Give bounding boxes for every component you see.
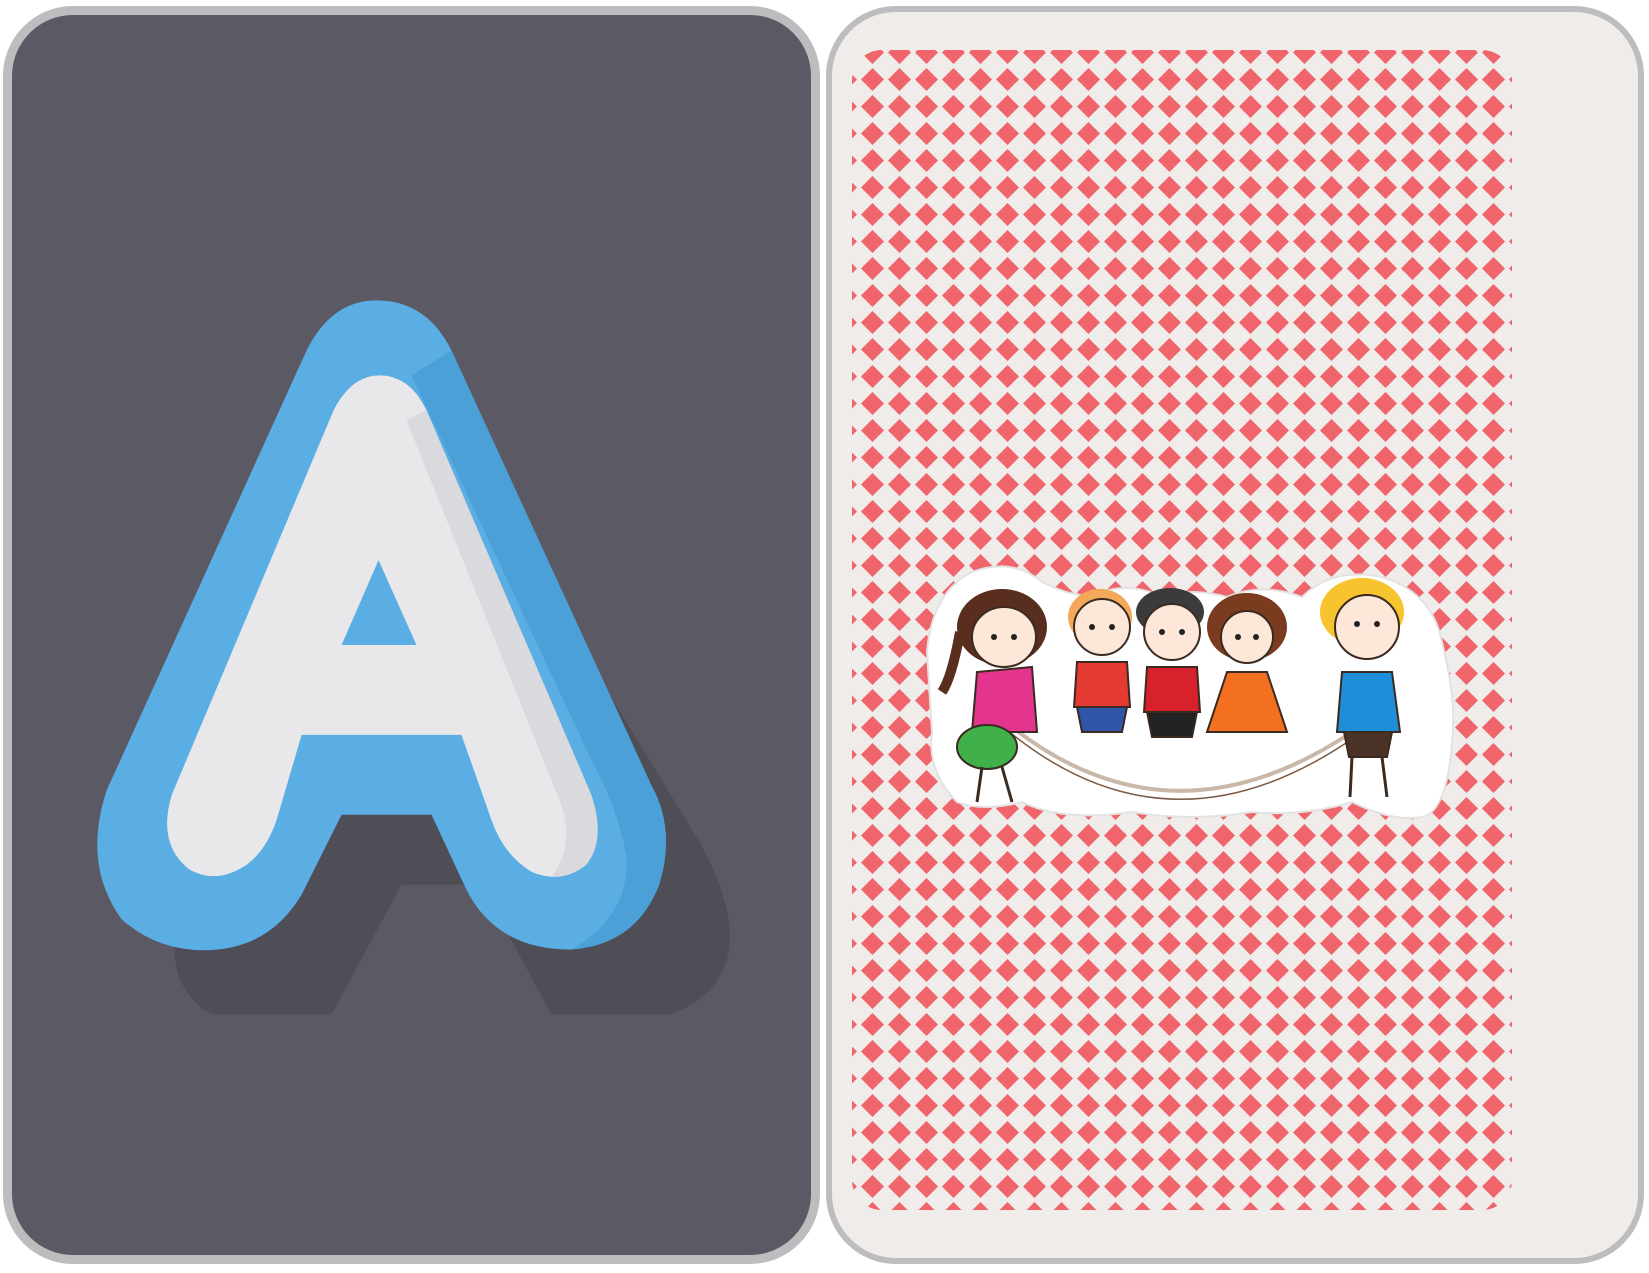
card-back-graphic <box>852 50 1512 1210</box>
kids-jump-rope-sticker <box>925 565 1455 819</box>
card-back[interactable] <box>826 6 1644 1264</box>
letter-card-front[interactable] <box>3 6 820 1264</box>
letter-a-graphic <box>97 300 730 1015</box>
flashcard-pair <box>0 0 1649 1273</box>
